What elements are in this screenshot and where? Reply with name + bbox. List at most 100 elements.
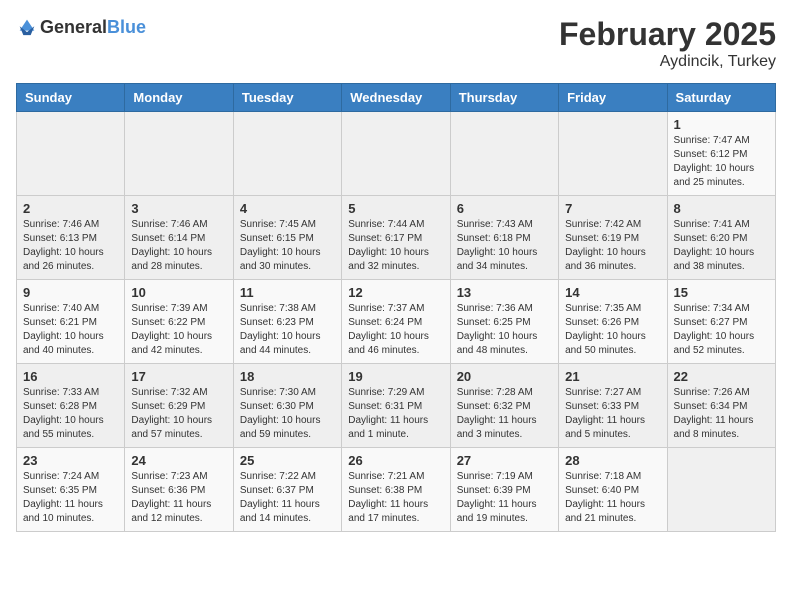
day-number: 21	[565, 369, 660, 384]
day-number: 19	[348, 369, 443, 384]
cell-content: Sunrise: 7:45 AM Sunset: 6:15 PM Dayligh…	[240, 218, 335, 274]
calendar-cell: 13 Sunrise: 7:36 AM Sunset: 6:25 PM Dayli…	[450, 280, 558, 364]
day-number: 27	[457, 453, 552, 468]
day-number: 13	[457, 285, 552, 300]
cell-content: Sunrise: 7:27 AM Sunset: 6:33 PM Dayligh…	[565, 386, 660, 442]
day-number: 14	[565, 285, 660, 300]
cell-content: Sunrise: 7:18 AM Sunset: 6:40 PM Dayligh…	[565, 470, 660, 526]
day-number: 23	[23, 453, 118, 468]
calendar-cell: 18 Sunrise: 7:30 AM Sunset: 6:30 PM Dayli…	[233, 364, 341, 448]
cell-content: Sunrise: 7:41 AM Sunset: 6:20 PM Dayligh…	[674, 218, 769, 274]
calendar-cell: 24Sunrise: 7:23 AM Sunset: 6:36 PM Dayli…	[125, 448, 233, 532]
calendar-week-row: 16 Sunrise: 7:33 AM Sunset: 6:28 PM Dayli…	[17, 364, 776, 448]
day-number: 28	[565, 453, 660, 468]
calendar-cell: 16 Sunrise: 7:33 AM Sunset: 6:28 PM Dayli…	[17, 364, 125, 448]
logo-blue-text: Blue	[107, 17, 146, 37]
day-number: 2	[23, 201, 118, 216]
cell-content: Sunrise: 7:36 AM Sunset: 6:25 PM Dayligh…	[457, 302, 552, 358]
col-saturday: Saturday	[667, 84, 775, 112]
calendar-cell: 22 Sunrise: 7:26 AM Sunset: 6:34 PM Dayli…	[667, 364, 775, 448]
calendar-cell: 17 Sunrise: 7:32 AM Sunset: 6:29 PM Dayli…	[125, 364, 233, 448]
cell-content: Sunrise: 7:29 AM Sunset: 6:31 PM Dayligh…	[348, 386, 443, 442]
calendar-cell: 1Sunrise: 7:47 AM Sunset: 6:12 PM Daylig…	[667, 112, 775, 196]
cell-content: Sunrise: 7:32 AM Sunset: 6:29 PM Dayligh…	[131, 386, 226, 442]
day-number: 11	[240, 285, 335, 300]
calendar-week-row: 9Sunrise: 7:40 AM Sunset: 6:21 PM Daylig…	[17, 280, 776, 364]
calendar-table: Sunday Monday Tuesday Wednesday Thursday…	[16, 83, 776, 532]
calendar-cell: 11 Sunrise: 7:38 AM Sunset: 6:23 PM Dayli…	[233, 280, 341, 364]
cell-content: Sunrise: 7:22 AM Sunset: 6:37 PM Dayligh…	[240, 470, 335, 526]
calendar-cell: 26 Sunrise: 7:21 AM Sunset: 6:38 PM Dayli…	[342, 448, 450, 532]
month-title: February 2025	[559, 16, 776, 53]
location-title: Aydincik, Turkey	[559, 53, 776, 71]
calendar-cell: 7 Sunrise: 7:42 AM Sunset: 6:19 PM Daylig…	[559, 196, 667, 280]
calendar-cell: 25 Sunrise: 7:22 AM Sunset: 6:37 PM Dayli…	[233, 448, 341, 532]
day-number: 16	[23, 369, 118, 384]
calendar-cell	[559, 112, 667, 196]
day-number: 9	[23, 285, 118, 300]
logo-general-text: General	[40, 17, 107, 37]
col-tuesday: Tuesday	[233, 84, 341, 112]
calendar-cell	[233, 112, 341, 196]
cell-content: Sunrise: 7:35 AM Sunset: 6:26 PM Dayligh…	[565, 302, 660, 358]
cell-content: Sunrise: 7:26 AM Sunset: 6:34 PM Dayligh…	[674, 386, 769, 442]
day-number: 22	[674, 369, 769, 384]
calendar-cell: 27Sunrise: 7:19 AM Sunset: 6:39 PM Dayli…	[450, 448, 558, 532]
page-header: GeneralBlue February 2025 Aydincik, Turk…	[16, 16, 776, 71]
calendar-cell: 15 Sunrise: 7:34 AM Sunset: 6:27 PM Dayli…	[667, 280, 775, 364]
calendar-cell: 9Sunrise: 7:40 AM Sunset: 6:21 PM Daylig…	[17, 280, 125, 364]
calendar-cell: 20 Sunrise: 7:28 AM Sunset: 6:32 PM Dayli…	[450, 364, 558, 448]
cell-content: Sunrise: 7:21 AM Sunset: 6:38 PM Dayligh…	[348, 470, 443, 526]
calendar-cell: 8 Sunrise: 7:41 AM Sunset: 6:20 PM Daylig…	[667, 196, 775, 280]
calendar-week-row: 2 Sunrise: 7:46 AM Sunset: 6:13 PM Daylig…	[17, 196, 776, 280]
col-friday: Friday	[559, 84, 667, 112]
day-number: 4	[240, 201, 335, 216]
calendar-cell: 23 Sunrise: 7:24 AM Sunset: 6:35 PM Dayli…	[17, 448, 125, 532]
day-number: 15	[674, 285, 769, 300]
day-number: 18	[240, 369, 335, 384]
calendar-cell: 14 Sunrise: 7:35 AM Sunset: 6:26 PM Dayli…	[559, 280, 667, 364]
calendar-cell: 5Sunrise: 7:44 AM Sunset: 6:17 PM Daylig…	[342, 196, 450, 280]
day-number: 17	[131, 369, 226, 384]
cell-content: Sunrise: 7:37 AM Sunset: 6:24 PM Dayligh…	[348, 302, 443, 358]
cell-content: Sunrise: 7:34 AM Sunset: 6:27 PM Dayligh…	[674, 302, 769, 358]
logo: GeneralBlue	[16, 16, 146, 38]
col-wednesday: Wednesday	[342, 84, 450, 112]
calendar-cell	[667, 448, 775, 532]
calendar-cell: 28 Sunrise: 7:18 AM Sunset: 6:40 PM Dayli…	[559, 448, 667, 532]
calendar-header-row: Sunday Monday Tuesday Wednesday Thursday…	[17, 84, 776, 112]
cell-content: Sunrise: 7:24 AM Sunset: 6:35 PM Dayligh…	[23, 470, 118, 526]
cell-content: Sunrise: 7:33 AM Sunset: 6:28 PM Dayligh…	[23, 386, 118, 442]
calendar-cell: 2 Sunrise: 7:46 AM Sunset: 6:13 PM Daylig…	[17, 196, 125, 280]
calendar-cell	[342, 112, 450, 196]
day-number: 6	[457, 201, 552, 216]
cell-content: Sunrise: 7:43 AM Sunset: 6:18 PM Dayligh…	[457, 218, 552, 274]
day-number: 10	[131, 285, 226, 300]
calendar-cell: 6 Sunrise: 7:43 AM Sunset: 6:18 PM Daylig…	[450, 196, 558, 280]
cell-content: Sunrise: 7:42 AM Sunset: 6:19 PM Dayligh…	[565, 218, 660, 274]
title-block: February 2025 Aydincik, Turkey	[559, 16, 776, 71]
day-number: 24	[131, 453, 226, 468]
col-thursday: Thursday	[450, 84, 558, 112]
calendar-cell	[17, 112, 125, 196]
day-number: 1	[674, 117, 769, 132]
cell-content: Sunrise: 7:46 AM Sunset: 6:14 PM Dayligh…	[131, 218, 226, 274]
day-number: 20	[457, 369, 552, 384]
col-sunday: Sunday	[17, 84, 125, 112]
calendar-week-row: 23 Sunrise: 7:24 AM Sunset: 6:35 PM Dayli…	[17, 448, 776, 532]
calendar-cell	[125, 112, 233, 196]
cell-content: Sunrise: 7:46 AM Sunset: 6:13 PM Dayligh…	[23, 218, 118, 274]
cell-content: Sunrise: 7:28 AM Sunset: 6:32 PM Dayligh…	[457, 386, 552, 442]
day-number: 25	[240, 453, 335, 468]
day-number: 8	[674, 201, 769, 216]
calendar-cell	[450, 112, 558, 196]
calendar-cell: 3Sunrise: 7:46 AM Sunset: 6:14 PM Daylig…	[125, 196, 233, 280]
day-number: 5	[348, 201, 443, 216]
cell-content: Sunrise: 7:38 AM Sunset: 6:23 PM Dayligh…	[240, 302, 335, 358]
day-number: 12	[348, 285, 443, 300]
calendar-cell: 10Sunrise: 7:39 AM Sunset: 6:22 PM Dayli…	[125, 280, 233, 364]
day-number: 7	[565, 201, 660, 216]
day-number: 26	[348, 453, 443, 468]
calendar-cell: 19 Sunrise: 7:29 AM Sunset: 6:31 PM Dayli…	[342, 364, 450, 448]
cell-content: Sunrise: 7:30 AM Sunset: 6:30 PM Dayligh…	[240, 386, 335, 442]
